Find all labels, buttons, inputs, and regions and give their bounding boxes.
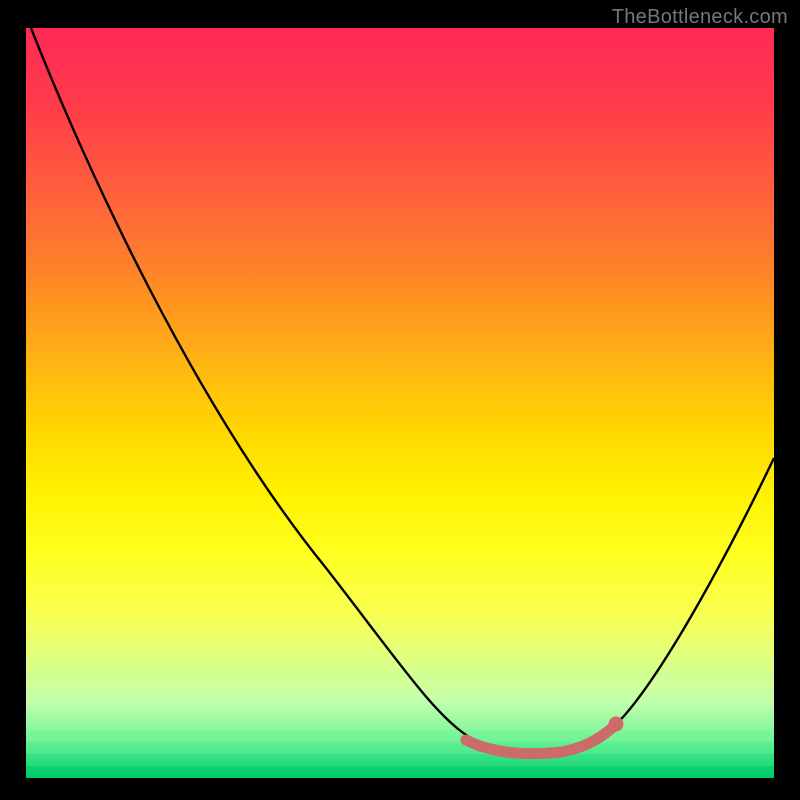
plot-area — [26, 28, 774, 778]
watermark-text: TheBottleneck.com — [612, 6, 788, 29]
chart-container: TheBottleneck.com — [0, 0, 800, 800]
gradient-bottom-bands — [26, 678, 774, 778]
